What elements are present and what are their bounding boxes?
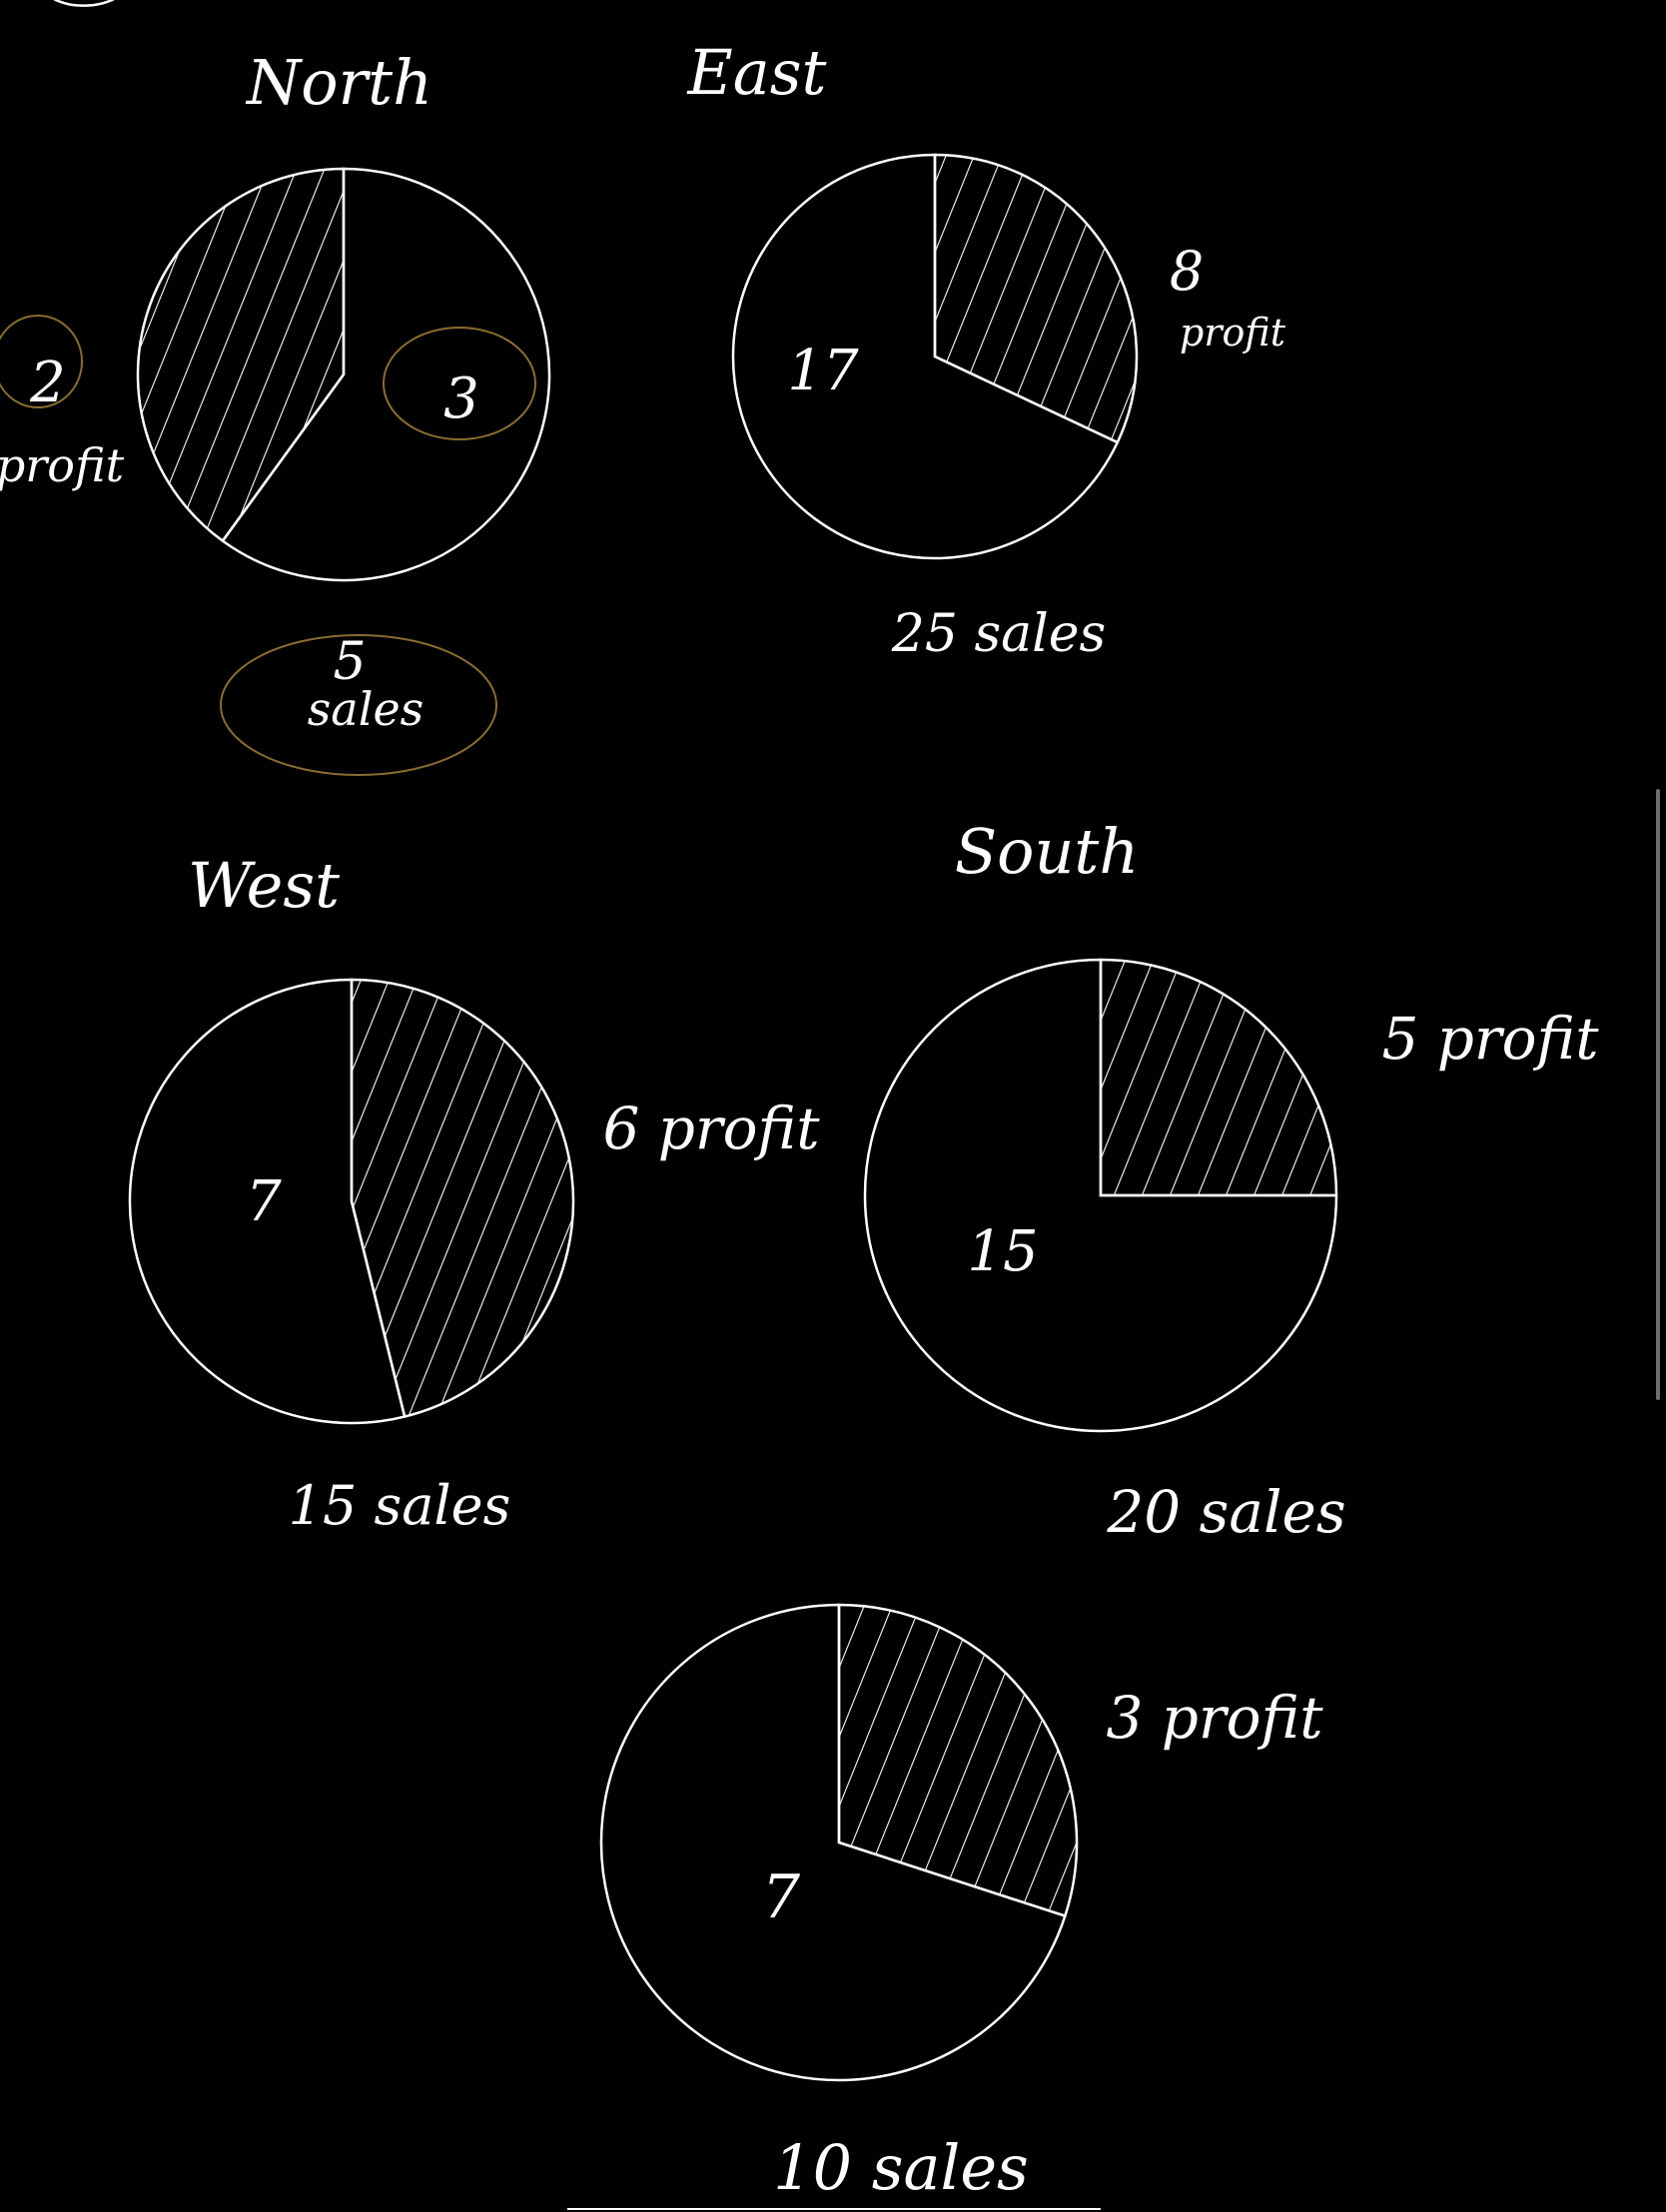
slice-label-rest-south: 15: [967, 1219, 1038, 1284]
chart-title-east: East: [687, 36, 827, 109]
pie-slices-west: [128, 978, 575, 1425]
profit-label-west: 6 profit: [602, 1095, 820, 1162]
total-unit-north: sales: [308, 682, 424, 736]
profit-label-north: profit: [0, 438, 125, 492]
chart-title-north: North: [245, 46, 432, 119]
pie-slices-south: [863, 958, 1338, 1433]
chart-title-west: West: [188, 849, 340, 922]
pie-slice-profit-east: [933, 153, 1139, 444]
slice-label-rest-east: 17: [787, 339, 859, 403]
pie-chart-bottom: 3 profit 7 10 sales: [599, 1603, 1323, 2204]
pie-chart-east: East 8 profit 17 25 sales: [687, 36, 1286, 664]
slice-label-rest-west: 7: [246, 1169, 282, 1234]
total-label-south: 20 sales: [1106, 1478, 1345, 1546]
cropped-circle-decoration: [53, 0, 115, 7]
pie-slices-bottom: [599, 1603, 1079, 2082]
pie-slice-profit-south: [1099, 958, 1338, 1197]
pie-slice-profit-north: [136, 167, 346, 543]
slice-label-rest-north: 3: [443, 367, 479, 431]
pie-chart-west: West 6 profit 7 15 sales: [128, 849, 820, 1537]
profit-label-bottom: 3 profit: [1106, 1684, 1323, 1752]
pie-slice-profit-bottom: [837, 1603, 1079, 1918]
slice-label-rest-bottom: 7: [762, 1862, 801, 1932]
profit-label-south: 5 profit: [1381, 1005, 1599, 1073]
pie-slices-north: [136, 167, 551, 582]
vertical-scrollbar[interactable]: [1656, 789, 1660, 1400]
total-label-east: 25 sales: [891, 604, 1106, 664]
profit-label-east: profit: [1180, 311, 1286, 355]
slice-label-profit-east: 8: [1170, 240, 1204, 303]
pie-charts-canvas: North 2 profit 3 5 sales East 8 profit 1…: [0, 0, 1599, 2210]
pie-slice-profit-west: [350, 978, 575, 1419]
pie-chart-south: South 5 profit 15 20 sales: [863, 815, 1599, 1546]
slice-label-profit-north: 2: [29, 351, 66, 415]
total-label-west: 15 sales: [289, 1474, 511, 1537]
pie-chart-north: North 2 profit 3 5 sales: [0, 46, 551, 776]
chart-title-south: South: [955, 815, 1140, 888]
total-label-bottom: 10 sales: [773, 2131, 1029, 2204]
